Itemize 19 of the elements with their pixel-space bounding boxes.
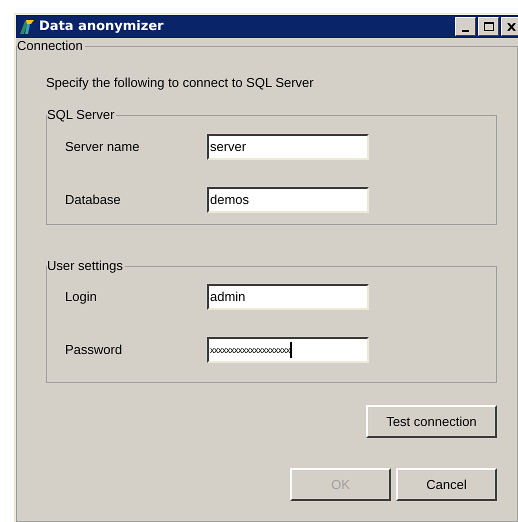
field-label: Login: [65, 288, 98, 306]
input-field[interactable]: admin: [207, 284, 369, 310]
minimize-button[interactable]: [455, 17, 476, 36]
maximize-button[interactable]: [478, 17, 499, 36]
field-label: Server name: [65, 138, 140, 156]
close-button[interactable]: [501, 17, 518, 36]
input-field[interactable]: server: [207, 134, 369, 160]
window-title: Data anonymizer: [39, 18, 165, 36]
close-icon: [507, 22, 516, 30]
app-icon: [18, 18, 36, 36]
group-title: SQL Server: [47, 107, 116, 123]
group-title: User settings: [47, 258, 125, 274]
dialog-button[interactable]: Cancel: [396, 468, 497, 501]
test-connection-button[interactable]: Test connection: [366, 405, 497, 438]
input-field[interactable]: xxxxxxxxxxxxxxxxxxxx: [207, 337, 369, 363]
field-label: Database: [65, 191, 122, 210]
field-label: Password: [65, 341, 124, 360]
input-field[interactable]: demos: [207, 187, 369, 213]
instruction-text: Specify the following to connect to SQL Server: [46, 75, 315, 91]
